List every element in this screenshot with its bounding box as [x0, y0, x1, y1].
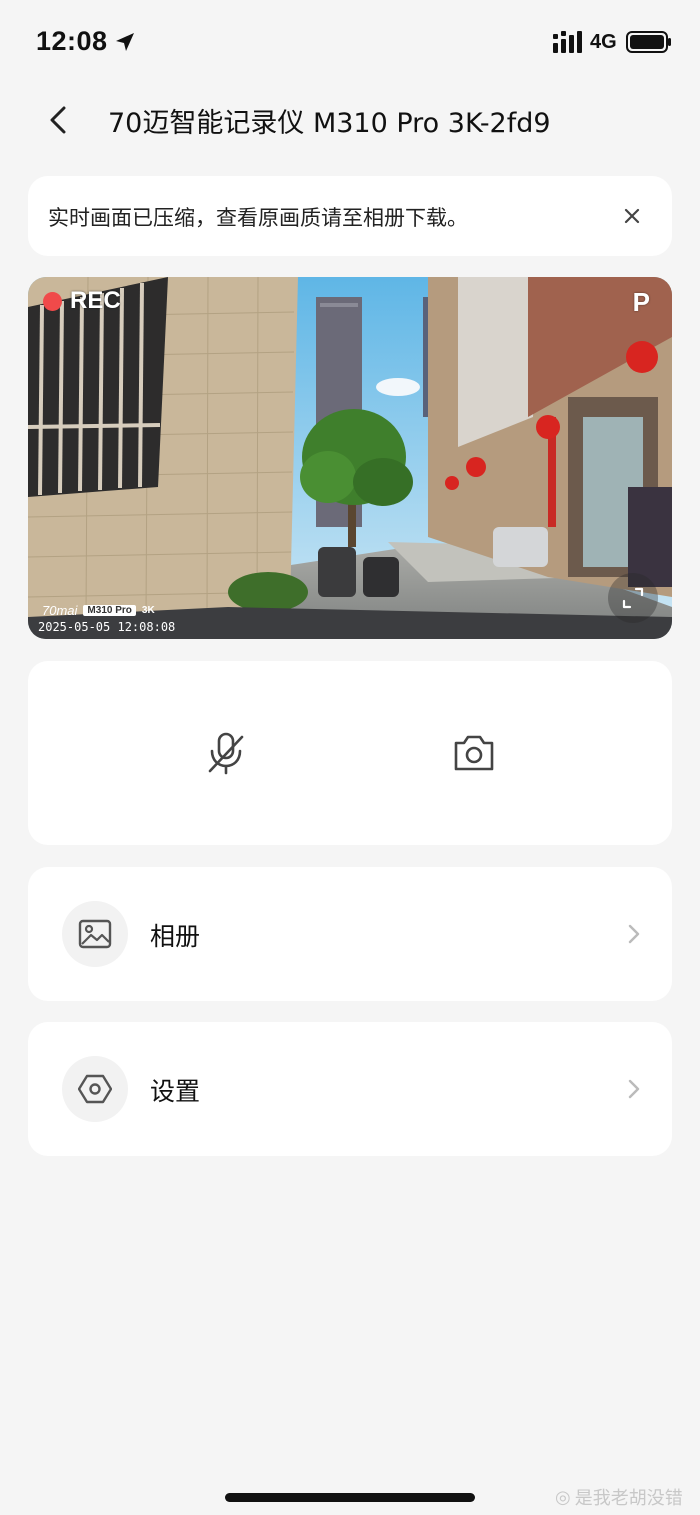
fullscreen-icon: [622, 587, 644, 609]
rec-label: REC: [70, 287, 121, 314]
image-icon: [78, 919, 112, 949]
signal-icon: [553, 31, 582, 53]
chevron-left-icon: [50, 106, 66, 134]
recording-indicator: REC: [43, 287, 121, 315]
live-video-view[interactable]: REC P 70mai M310 Pro 3K 2025-05-05 12:08…: [28, 277, 672, 639]
watermark-resolution: 3K: [141, 605, 155, 616]
street-scene-image: [28, 277, 672, 639]
location-arrow-icon: [116, 33, 134, 51]
rec-dot-icon: [43, 291, 62, 311]
mute-button[interactable]: [202, 729, 250, 777]
status-bar: 12:08 4G: [0, 0, 700, 84]
page-title: 70迈智能记录仪 M310 Pro 3K-2fd9: [108, 108, 551, 139]
album-label: 相册: [150, 922, 201, 951]
camera-icon: [454, 735, 494, 771]
settings-icon-circle: [62, 1056, 128, 1122]
home-indicator[interactable]: [225, 1493, 475, 1502]
album-menu-item[interactable]: 相册: [28, 867, 672, 1001]
watermark-timestamp: 2025-05-05 12:08:08: [38, 620, 176, 634]
weibo-watermark: ◎ 是我老胡没错: [555, 1484, 683, 1510]
snapshot-button[interactable]: [450, 729, 498, 777]
close-icon: [624, 208, 640, 224]
network-type: 4G: [590, 31, 617, 53]
back-button[interactable]: [40, 100, 80, 140]
album-icon-circle: [62, 901, 128, 967]
watermark-model: M310 Pro: [83, 605, 136, 616]
notice-text: 实时画面已压缩，查看原画质请至相册下载。: [48, 206, 468, 230]
parking-mode-indicator: P: [632, 287, 650, 317]
video-watermark: 70mai M310 Pro 3K: [42, 603, 155, 618]
battery-icon: [626, 31, 671, 53]
chevron-right-icon: [628, 1079, 640, 1099]
nav-bar: 70迈智能记录仪 M310 Pro 3K-2fd9: [0, 84, 700, 156]
weibo-icon: ◎: [555, 1486, 571, 1508]
settings-menu-item[interactable]: 设置: [28, 1022, 672, 1156]
watermark-text: 是我老胡没错: [574, 1488, 683, 1509]
controls-card: [28, 661, 672, 845]
status-time: 12:08: [36, 26, 108, 56]
notice-close-button[interactable]: [618, 202, 646, 230]
settings-label: 设置: [150, 1077, 201, 1106]
watermark-brand: 70mai: [42, 603, 78, 618]
hexagon-gear-icon: [78, 1074, 112, 1104]
microphone-off-icon: [208, 732, 244, 775]
chevron-right-icon: [628, 924, 640, 944]
compression-notice: 实时画面已压缩，查看原画质请至相册下载。: [28, 176, 672, 256]
fullscreen-button[interactable]: [608, 573, 658, 623]
